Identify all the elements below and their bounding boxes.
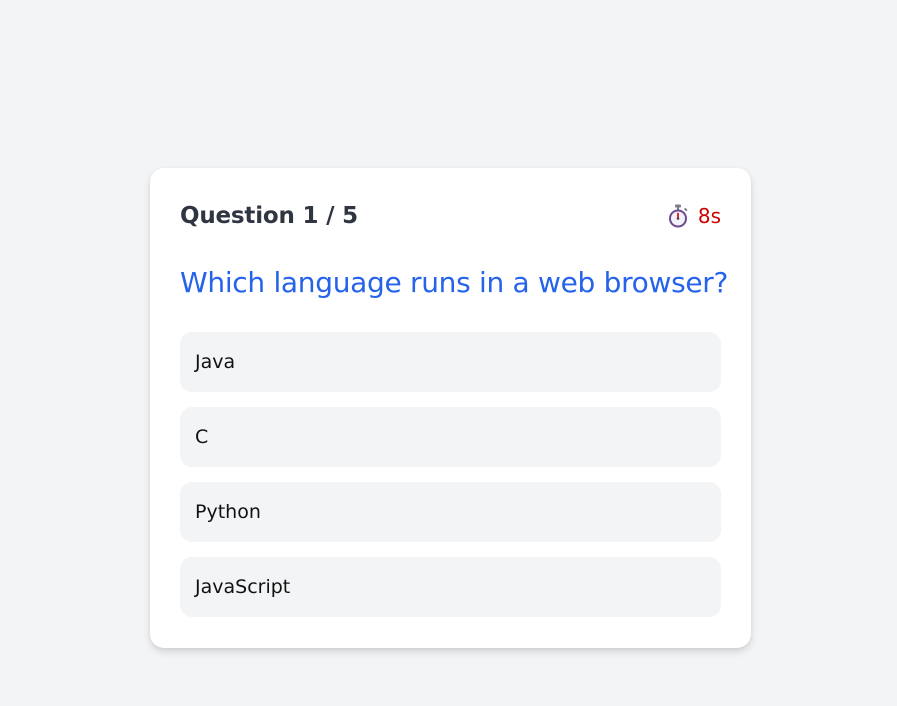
answer-option-java[interactable]: Java [180,332,721,392]
question-text: Which language runs in a web browser? [180,266,729,299]
answer-option-python[interactable]: Python [180,482,721,542]
answer-option-c[interactable]: C [180,407,721,467]
question-progress: Question 1 / 5 [180,203,358,229]
timer: 8s [667,204,721,228]
answer-options: Java C Python JavaScript [180,332,721,617]
quiz-header: Question 1 / 5 8s [180,198,721,234]
timer-value: 8s [697,204,721,228]
answer-option-javascript[interactable]: JavaScript [180,557,721,617]
stopwatch-icon [667,204,689,228]
quiz-card: Question 1 / 5 8s Which language runs in… [150,168,751,648]
